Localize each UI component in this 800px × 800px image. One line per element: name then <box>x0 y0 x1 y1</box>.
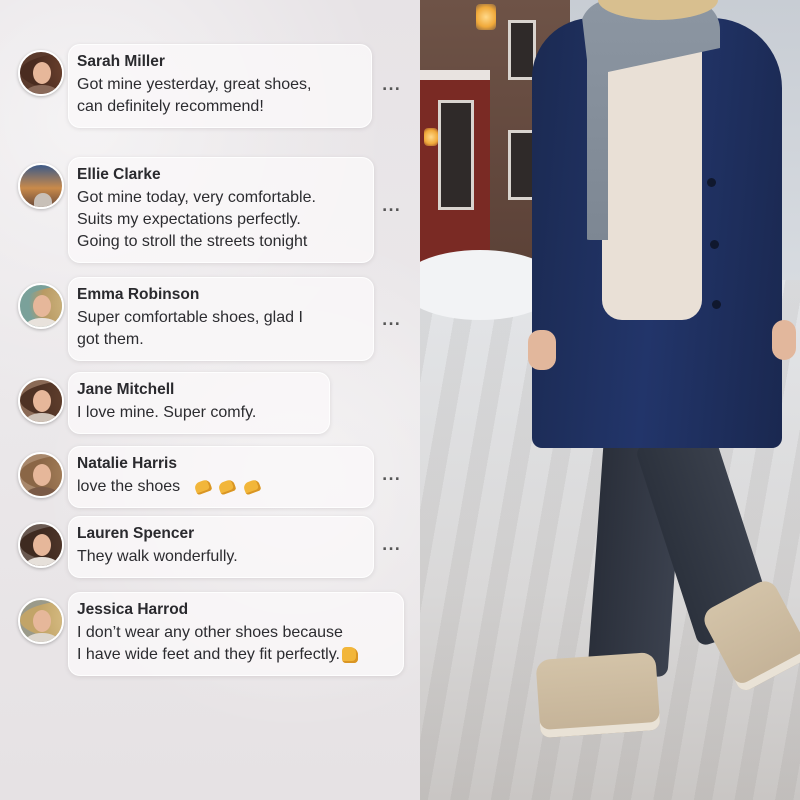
more-options-icon[interactable]: ... <box>382 199 401 215</box>
avatar[interactable] <box>18 452 64 498</box>
comment-line: Got mine today, very comfortable. <box>77 189 316 206</box>
avatar[interactable] <box>18 283 64 329</box>
comment-author[interactable]: Ellie Clarke <box>77 166 361 184</box>
comment-author[interactable]: Natalie Harris <box>77 455 361 473</box>
comment-text: I don’t wear any other shoes because I h… <box>77 622 391 666</box>
avatar[interactable] <box>18 378 64 424</box>
comment-line: I love mine. Super comfy. <box>77 404 257 421</box>
clapping-hands-icon <box>217 478 237 496</box>
comment-author[interactable]: Jessica Harrod <box>77 601 391 619</box>
hand <box>772 320 796 360</box>
comment-line: Got mine yesterday, great shoes, <box>77 76 312 93</box>
street-lamp <box>476 4 496 30</box>
more-options-icon[interactable]: ... <box>382 538 401 554</box>
comment-line: I have wide feet and they fit perfectly. <box>77 646 340 663</box>
comment-bubble: Jessica Harrod I don’t wear any other sh… <box>68 592 404 676</box>
comment-text: Super comfortable shoes, glad I got them… <box>77 307 361 351</box>
coat-button <box>707 178 716 187</box>
street-lamp <box>424 128 438 146</box>
comment-text: love the shoes <box>77 476 361 498</box>
left-boot <box>535 651 661 739</box>
comment-author[interactable]: Jane Mitchell <box>77 381 317 399</box>
comment-bubble: Lauren Spencer They walk wonderfully. <box>68 516 374 578</box>
comment-text: They walk wonderfully. <box>77 546 361 568</box>
comment-bubble: Ellie Clarke Got mine today, very comfor… <box>68 157 374 263</box>
window <box>438 100 474 210</box>
clapping-hands-icon <box>193 478 213 496</box>
avatar[interactable] <box>18 522 64 568</box>
comment-line: I don’t wear any other shoes because <box>77 624 343 641</box>
comment-bubble: Natalie Harris love the shoes <box>68 446 374 508</box>
coat-button <box>710 240 719 249</box>
comment-line: Suits my expectations perfectly. <box>77 211 301 228</box>
comment-author[interactable]: Lauren Spencer <box>77 525 361 543</box>
comment-text: I love mine. Super comfy. <box>77 402 317 424</box>
comment-line: Super comfortable shoes, glad I <box>77 309 303 326</box>
comment-text: Got mine today, very comfortable. Suits … <box>77 187 361 253</box>
more-options-icon[interactable]: ... <box>382 468 401 484</box>
clapping-hands-icon <box>241 478 262 496</box>
hand <box>528 330 556 370</box>
avatar[interactable] <box>18 598 64 644</box>
comment-line: Going to stroll the streets tonight <box>77 233 308 250</box>
cream-sweater <box>602 30 702 320</box>
comment-bubble: Sarah Miller Got mine yesterday, great s… <box>68 44 372 128</box>
more-options-icon[interactable]: ... <box>382 78 401 94</box>
thumbs-up-icon <box>341 646 358 663</box>
comment-line: can definitely recommend! <box>77 98 264 115</box>
comment-text: Got mine yesterday, great shoes, can def… <box>77 74 359 118</box>
comment-line: got them. <box>77 331 144 348</box>
comment-bubble: Emma Robinson Super comfortable shoes, g… <box>68 277 374 361</box>
avatar[interactable] <box>18 163 64 209</box>
comment-author[interactable]: Sarah Miller <box>77 53 359 71</box>
comment-line: They walk wonderfully. <box>77 548 238 565</box>
product-photo <box>420 0 800 800</box>
comment-bubble: Jane Mitchell I love mine. Super comfy. <box>68 372 330 434</box>
coat-button <box>712 300 721 309</box>
avatar[interactable] <box>18 50 64 96</box>
more-options-icon[interactable]: ... <box>382 313 401 329</box>
comment-line: love the shoes <box>77 478 181 495</box>
comment-line-with-emoji: I have wide feet and they fit perfectly. <box>77 644 391 666</box>
comments-panel: Sarah Miller Got mine yesterday, great s… <box>0 0 420 800</box>
comment-author[interactable]: Emma Robinson <box>77 286 361 304</box>
